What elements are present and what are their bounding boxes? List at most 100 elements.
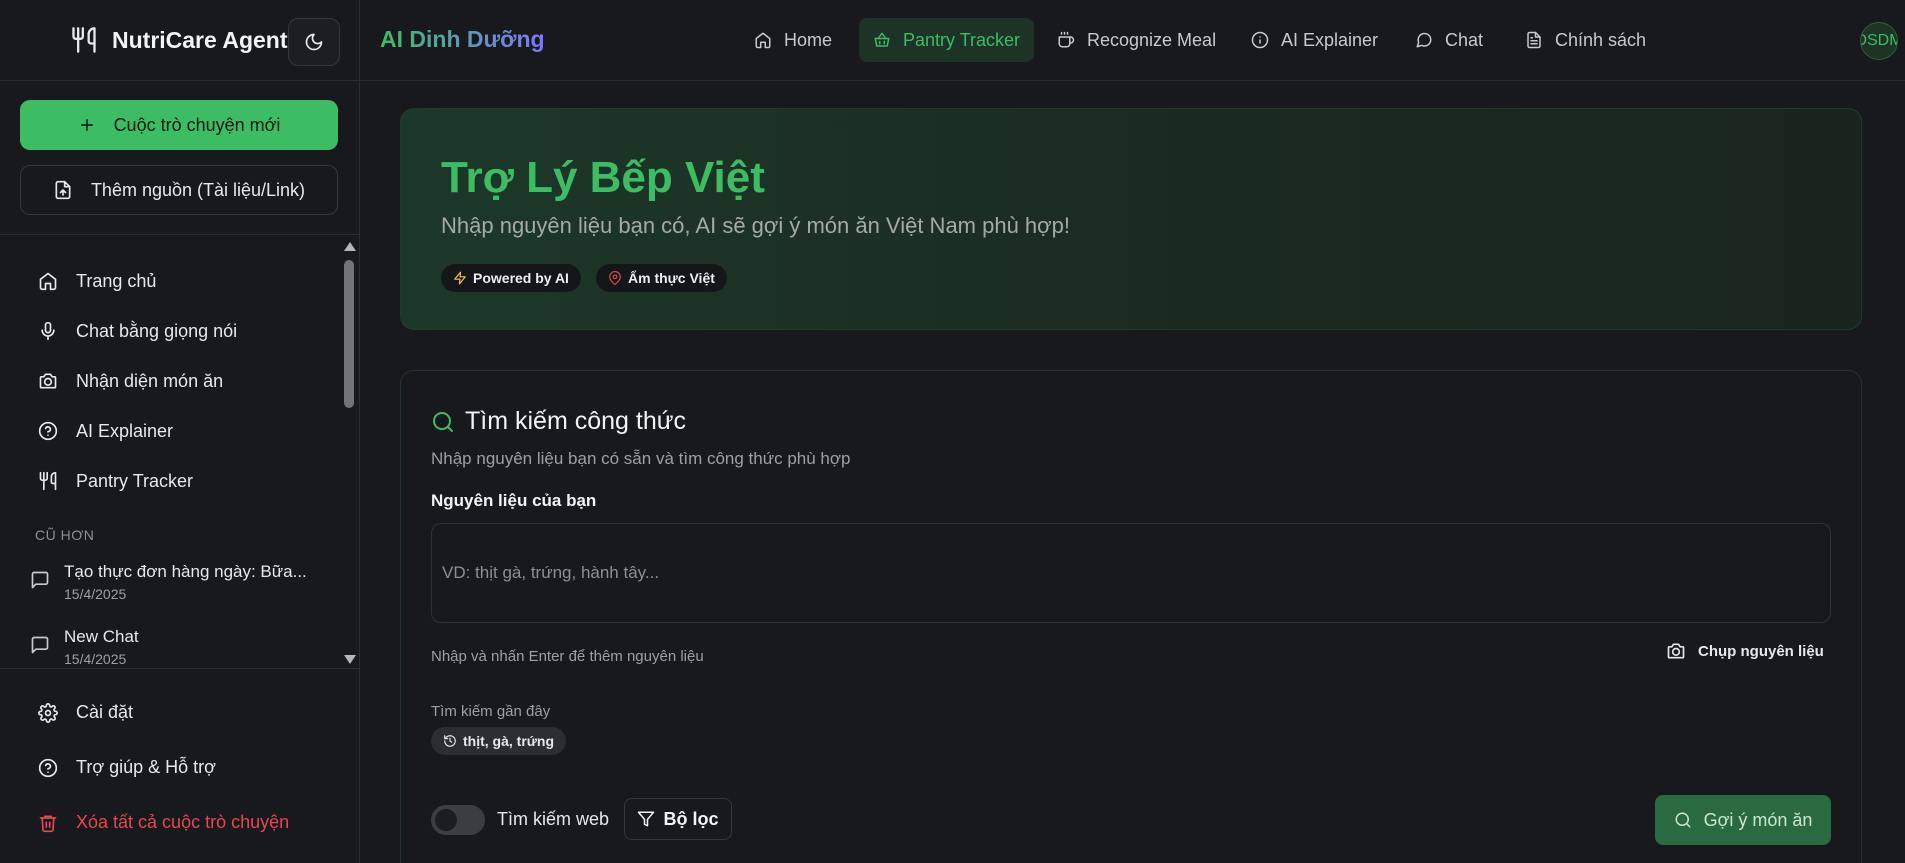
tab-chat[interactable]: Chat bbox=[1401, 18, 1497, 62]
sidebar-item-pantry-tracker[interactable]: Pantry Tracker bbox=[38, 466, 193, 496]
recipe-search-card: Tìm kiếm công thức Nhập nguyên liệu bạn … bbox=[400, 370, 1862, 863]
lightning-icon bbox=[453, 271, 467, 285]
search-heading: Tìm kiếm công thức bbox=[431, 407, 686, 436]
section-heading-older: CŨ HƠN bbox=[35, 527, 95, 543]
capture-label: Chụp nguyên liệu bbox=[1698, 642, 1824, 660]
brand[interactable]: NutriCare Agents bbox=[70, 22, 300, 58]
utensils-icon bbox=[70, 25, 98, 55]
trash-icon bbox=[38, 813, 58, 833]
sidebar-item-label: AI Explainer bbox=[76, 420, 174, 441]
recent-search-chip[interactable]: thịt, gà, trứng bbox=[431, 727, 567, 755]
search-icon bbox=[431, 410, 455, 434]
add-source-button[interactable]: Thêm nguồn (Tài liệu/Link) bbox=[20, 165, 338, 215]
search-heading-text: Tìm kiếm công thức bbox=[465, 407, 686, 435]
info-icon bbox=[1251, 31, 1269, 49]
search-description: Nhập nguyên liệu bạn có sẵn và tìm công … bbox=[431, 449, 851, 468]
add-source-label: Thêm nguồn (Tài liệu/Link) bbox=[90, 179, 306, 200]
chip-label: thịt, gà, trứng bbox=[463, 733, 555, 749]
tab-label: Home bbox=[784, 29, 833, 50]
chat-title: New Chat bbox=[64, 627, 139, 646]
sidebar-item-label: Chat bằng giọng nói bbox=[76, 320, 238, 341]
app-title: AI Dinh Dưỡng bbox=[380, 26, 545, 52]
home-icon bbox=[38, 271, 58, 291]
sidebar-item-ai-explainer[interactable]: AI Explainer bbox=[38, 416, 173, 446]
help-button[interactable]: Trợ giúp & Hỗ trợ bbox=[38, 757, 216, 778]
filter-label: Bộ lọc bbox=[663, 808, 719, 829]
basket-icon bbox=[873, 31, 891, 49]
badge-label: Ẩm thực Việt bbox=[628, 270, 715, 286]
scroll-up-arrow-icon[interactable] bbox=[344, 242, 356, 251]
recent-searches-label: Tìm kiếm gần đây bbox=[431, 703, 551, 720]
search-icon bbox=[1674, 811, 1692, 829]
clear-chats-label: Xóa tất cả cuộc trò chuyện bbox=[76, 812, 290, 832]
utensils-icon bbox=[38, 471, 58, 491]
sidebar-item-home[interactable]: Trang chủ bbox=[38, 266, 156, 296]
camera-icon bbox=[1666, 641, 1686, 661]
badge-vietnamese-cuisine: Ẩm thực Việt bbox=[596, 264, 727, 292]
settings-label: Cài đặt bbox=[76, 702, 134, 722]
scroll-down-arrow-icon[interactable] bbox=[344, 655, 356, 664]
sidebar-item-label: Nhận diện món ăn bbox=[76, 370, 224, 391]
badge-powered-by-ai: Powered by AI bbox=[441, 264, 581, 292]
chat-history-item[interactable]: New Chat 15/4/2025 bbox=[30, 627, 139, 667]
tab-label: Recognize Meal bbox=[1087, 29, 1217, 50]
badge-label: Powered by AI bbox=[473, 270, 569, 286]
moon-icon bbox=[304, 32, 324, 52]
scrollbar-thumb[interactable] bbox=[344, 260, 354, 408]
sidebar-scrollbar[interactable] bbox=[340, 238, 358, 668]
help-circle-icon bbox=[38, 421, 58, 441]
tab-recognize-meal[interactable]: Recognize Meal bbox=[1043, 18, 1230, 62]
home-icon bbox=[754, 31, 772, 49]
web-search-toggle[interactable] bbox=[431, 805, 485, 835]
divider bbox=[0, 668, 360, 669]
chat-date: 15/4/2025 bbox=[64, 586, 127, 602]
camera-icon bbox=[38, 371, 58, 391]
coffee-icon bbox=[1057, 31, 1075, 49]
page-title: Trợ Lý Bếp Việt bbox=[441, 153, 765, 202]
tab-label: AI Explainer bbox=[1281, 29, 1379, 50]
new-chat-button[interactable]: Cuộc trò chuyện mới bbox=[20, 100, 338, 150]
filter-icon bbox=[637, 810, 655, 828]
ingredients-hint: Nhập và nhấn Enter để thêm nguyên liệu bbox=[431, 648, 704, 665]
top-navigation-bar: AI Dinh Dưỡng Home Pantry Tracker Recogn… bbox=[360, 0, 1905, 81]
tab-pantry-tracker[interactable]: Pantry Tracker bbox=[859, 18, 1035, 62]
history-icon bbox=[443, 734, 457, 748]
tab-policy[interactable]: Chính sách bbox=[1511, 18, 1660, 62]
document-icon bbox=[1525, 31, 1543, 49]
message-icon bbox=[1415, 31, 1433, 49]
message-icon bbox=[30, 570, 50, 602]
chat-title: Tạo thực đơn hàng ngày: Bữa... bbox=[64, 562, 307, 581]
file-upload-icon bbox=[53, 180, 73, 200]
tab-ai-explainer[interactable]: AI Explainer bbox=[1237, 18, 1392, 62]
help-label: Trợ giúp & Hỗ trợ bbox=[76, 757, 216, 777]
sidebar-item-label: Pantry Tracker bbox=[76, 470, 194, 491]
mic-icon bbox=[38, 321, 58, 341]
tab-home[interactable]: Home bbox=[740, 18, 846, 62]
ingredients-label: Nguyên liệu của bạn bbox=[431, 491, 597, 510]
tab-label: Pantry Tracker bbox=[903, 29, 1021, 50]
new-chat-label: Cuộc trò chuyện mới bbox=[113, 114, 281, 135]
sidebar-nav: Trang chủ Chat bằng giọng nói Nhận diện … bbox=[0, 235, 360, 667]
map-pin-icon bbox=[608, 271, 622, 285]
tab-label: Chính sách bbox=[1555, 29, 1647, 50]
hero-banner: Trợ Lý Bếp Việt Nhập nguyên liệu bạn có,… bbox=[400, 108, 1862, 330]
capture-ingredients-button[interactable]: Chụp nguyên liệu bbox=[1666, 641, 1824, 661]
sidebar: NutriCare Agents Cuộc trò chuyện mới Thê… bbox=[0, 0, 360, 863]
avatar[interactable]: DSDM bbox=[1860, 22, 1898, 60]
sidebar-item-voice-chat[interactable]: Chat bằng giọng nói bbox=[38, 316, 237, 346]
web-search-label: Tìm kiếm web bbox=[497, 809, 610, 829]
chat-date: 15/4/2025 bbox=[64, 651, 127, 667]
ingredients-input[interactable] bbox=[431, 523, 1831, 623]
brand-name: NutriCare Agents bbox=[112, 26, 301, 53]
chat-history-item[interactable]: Tạo thực đơn hàng ngày: Bữa... 15/4/2025 bbox=[30, 562, 307, 602]
filter-button[interactable]: Bộ lọc bbox=[624, 798, 732, 840]
message-icon bbox=[30, 635, 50, 667]
suggest-dishes-button[interactable]: Gợi ý món ăn bbox=[1655, 795, 1831, 845]
theme-toggle-button[interactable] bbox=[288, 18, 340, 66]
suggest-label: Gợi ý món ăn bbox=[1703, 809, 1813, 830]
settings-button[interactable]: Cài đặt bbox=[38, 702, 133, 723]
gear-icon bbox=[38, 702, 58, 723]
clear-all-chats-button[interactable]: Xóa tất cả cuộc trò chuyện bbox=[38, 812, 289, 833]
page-subtitle: Nhập nguyên liệu bạn có, AI sẽ gợi ý món… bbox=[441, 213, 1070, 238]
sidebar-item-recognize-meal[interactable]: Nhận diện món ăn bbox=[38, 366, 223, 396]
